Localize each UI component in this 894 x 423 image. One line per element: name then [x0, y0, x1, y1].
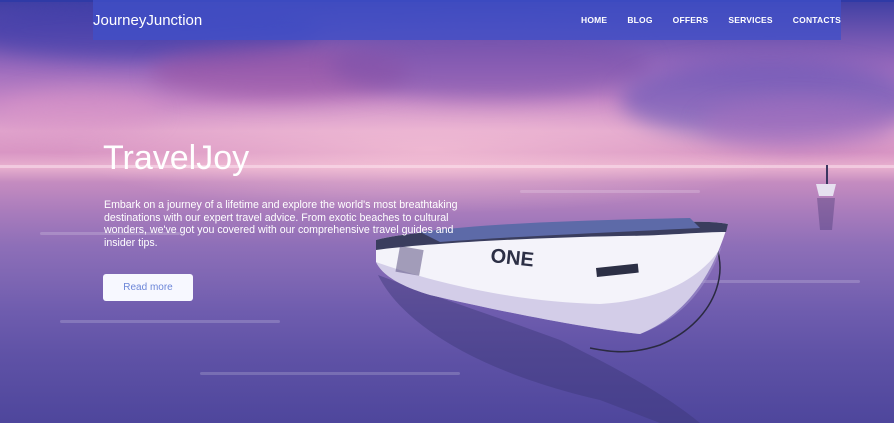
hero-description: Embark on a journey of a lifetime and ex…: [104, 199, 458, 249]
hero-title: TravelJoy: [103, 139, 250, 177]
main-nav: HOME BLOG OFFERS SERVICES CONTACTS: [581, 15, 841, 25]
navbar: JourneyJunction HOME BLOG OFFERS SERVICE…: [93, 0, 841, 40]
nav-link-home[interactable]: HOME: [581, 15, 607, 25]
svg-text:ONE: ONE: [489, 245, 534, 271]
brand-logo[interactable]: JourneyJunction: [93, 12, 202, 30]
nav-link-contacts[interactable]: CONTACTS: [793, 15, 841, 25]
nav-link-blog[interactable]: BLOG: [627, 15, 652, 25]
read-more-button[interactable]: Read more: [103, 274, 193, 301]
nav-link-services[interactable]: SERVICES: [728, 15, 772, 25]
nav-link-offers[interactable]: OFFERS: [673, 15, 709, 25]
distant-boat: [816, 165, 836, 230]
